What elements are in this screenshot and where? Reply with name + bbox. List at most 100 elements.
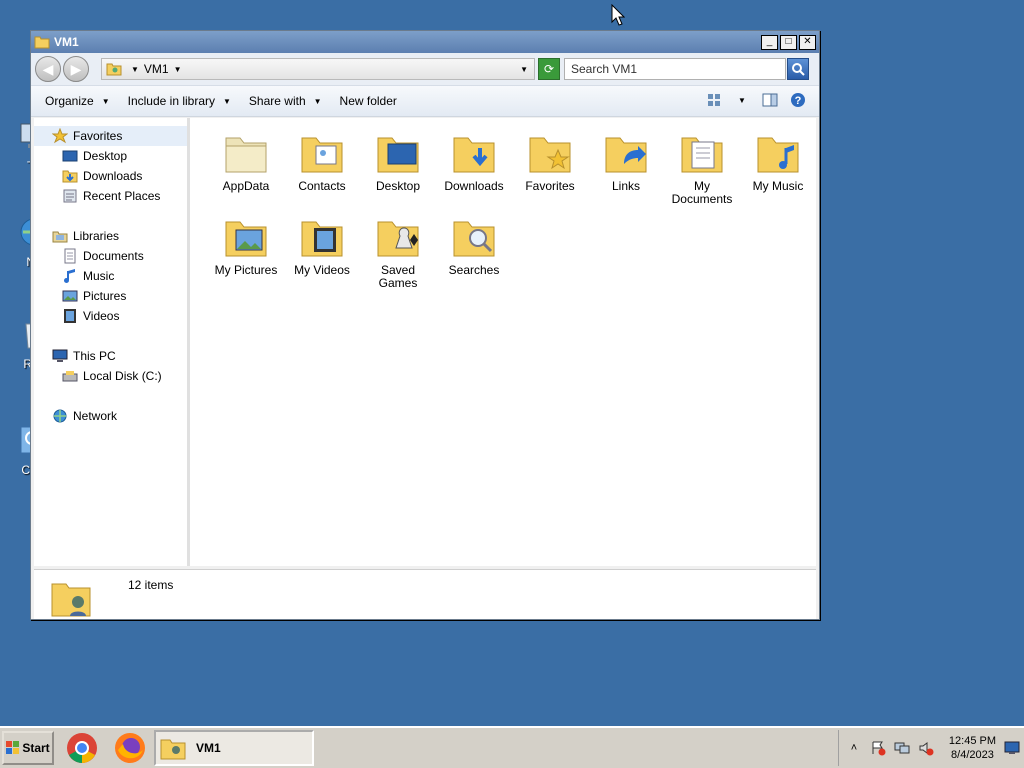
start-button[interactable]: Start bbox=[2, 731, 54, 765]
minimize-button[interactable]: _ bbox=[761, 34, 778, 50]
nav-label: Libraries bbox=[73, 229, 120, 243]
help-icon: ? bbox=[791, 93, 805, 107]
help-button[interactable]: ? bbox=[789, 91, 807, 109]
folder-item[interactable]: Desktop bbox=[360, 128, 436, 206]
saved-games-folder-icon bbox=[377, 221, 419, 257]
folder-item[interactable]: My Pictures bbox=[208, 212, 284, 290]
refresh-icon: ⟳ bbox=[543, 62, 555, 76]
search-input[interactable]: Search VM1 bbox=[564, 58, 786, 80]
system-tray: ˄ 12:45 PM 8/4/2023 bbox=[837, 730, 1024, 766]
nav-label: Pictures bbox=[83, 289, 127, 303]
documents-icon bbox=[64, 248, 76, 264]
new-folder-button[interactable]: New folder bbox=[340, 94, 397, 108]
music-folder-icon bbox=[757, 137, 799, 173]
clock[interactable]: 12:45 PM 8/4/2023 bbox=[949, 734, 996, 762]
music-icon bbox=[64, 269, 75, 283]
volume-icon[interactable] bbox=[917, 739, 935, 757]
nav-music[interactable]: Music bbox=[34, 266, 187, 286]
taskbar-firefox[interactable] bbox=[110, 730, 150, 766]
maximize-button[interactable]: □ bbox=[780, 34, 797, 50]
breadcrumb-separator-icon[interactable]: ▼ bbox=[131, 65, 139, 74]
explorer-window: VM1 _ □ ✕ ◀ ▶ ▼ VM1 ▼ ▼ ⟳ Search VM1 Org… bbox=[30, 30, 820, 620]
title-bar[interactable]: VM1 _ □ ✕ bbox=[31, 31, 819, 53]
close-button[interactable]: ✕ bbox=[799, 34, 816, 50]
back-button[interactable]: ◀ bbox=[35, 56, 61, 82]
folder-item[interactable]: Contacts bbox=[284, 128, 360, 206]
folder-label: Favorites bbox=[525, 179, 575, 193]
computer-icon bbox=[52, 349, 68, 362]
nav-downloads[interactable]: Downloads bbox=[34, 166, 187, 186]
recent-places-icon bbox=[63, 189, 77, 203]
folder-item[interactable]: Searches bbox=[436, 212, 512, 290]
folder-item[interactable]: AppData bbox=[208, 128, 284, 206]
star-icon bbox=[52, 128, 68, 144]
nav-label: This PC bbox=[73, 349, 116, 363]
nav-label: Local Disk (C:) bbox=[83, 369, 162, 383]
nav-label: Desktop bbox=[83, 149, 128, 163]
nav-this-pc[interactable]: This PC bbox=[34, 346, 187, 366]
window-title: VM1 bbox=[54, 35, 79, 49]
chevron-down-icon: ▼ bbox=[101, 96, 110, 106]
show-hidden-icons-button[interactable]: ˄ bbox=[845, 739, 863, 757]
forward-button[interactable]: ▶ bbox=[63, 56, 89, 82]
nav-libraries[interactable]: Libraries bbox=[34, 226, 187, 246]
preview-pane-button[interactable] bbox=[761, 91, 779, 109]
folder-item[interactable]: Downloads bbox=[436, 128, 512, 206]
chevron-down-icon: ▼ bbox=[223, 96, 231, 106]
breadcrumb-separator-icon[interactable]: ▼ bbox=[174, 65, 182, 74]
nav-label: Music bbox=[83, 269, 115, 283]
taskbar-task-vm1[interactable]: VM1 bbox=[154, 730, 314, 766]
share-with-menu[interactable]: Share with ▼ bbox=[249, 94, 322, 108]
network-status-icon[interactable] bbox=[893, 739, 911, 757]
folder-label: My Documents bbox=[671, 179, 733, 206]
nav-documents[interactable]: Documents bbox=[34, 246, 187, 266]
nav-favorites[interactable]: Favorites bbox=[34, 126, 187, 146]
breadcrumb-vm1[interactable]: VM1 bbox=[144, 62, 169, 76]
user-folder-icon bbox=[51, 583, 91, 617]
refresh-button[interactable]: ⟳ bbox=[538, 58, 560, 80]
navigation-pane: Favorites Desktop Downloads Recent Place… bbox=[34, 118, 190, 566]
include-label: Include in library bbox=[127, 94, 215, 108]
address-bar[interactable]: ▼ VM1 ▼ ▼ bbox=[101, 58, 535, 80]
search-button[interactable] bbox=[787, 58, 809, 80]
folder-label: My Pictures bbox=[214, 263, 278, 277]
preview-pane-icon bbox=[762, 93, 778, 107]
desktop-folder-icon bbox=[377, 137, 419, 173]
appdata-folder-icon bbox=[225, 137, 267, 173]
clock-time: 12:45 PM bbox=[948, 735, 996, 747]
view-icon bbox=[708, 94, 720, 106]
show-desktop-icon[interactable] bbox=[1004, 740, 1020, 756]
nav-network[interactable]: Network bbox=[34, 406, 187, 426]
include-in-library-menu[interactable]: Include in library ▼ bbox=[128, 94, 231, 108]
view-dropdown[interactable]: ▼ bbox=[733, 91, 751, 109]
organize-menu[interactable]: Organize ▼ bbox=[45, 94, 110, 108]
folder-item[interactable]: Saved Games bbox=[360, 212, 436, 290]
nav-desktop[interactable]: Desktop bbox=[34, 146, 187, 166]
nav-local-disk[interactable]: Local Disk (C:) bbox=[34, 366, 187, 386]
address-history-dropdown[interactable]: ▼ bbox=[520, 65, 528, 74]
action-center-icon[interactable] bbox=[869, 739, 887, 757]
documents-folder-icon bbox=[681, 137, 723, 173]
nav-label: Documents bbox=[83, 249, 144, 263]
taskbar-chrome[interactable] bbox=[62, 730, 102, 766]
folder-item[interactable]: My Documents bbox=[664, 128, 740, 206]
nav-recent-places[interactable]: Recent Places bbox=[34, 186, 187, 206]
nav-videos[interactable]: Videos bbox=[34, 306, 187, 326]
folder-item[interactable]: Links bbox=[588, 128, 664, 206]
folder-item[interactable]: Favorites bbox=[512, 128, 588, 206]
chevron-down-icon: ▼ bbox=[313, 96, 322, 106]
svg-text:?: ? bbox=[795, 95, 802, 107]
user-folder-icon bbox=[106, 63, 122, 76]
details-pane: 12 items bbox=[34, 569, 816, 619]
nav-pictures[interactable]: Pictures bbox=[34, 286, 187, 306]
folder-label: Searches bbox=[448, 263, 500, 277]
favorites-folder-icon bbox=[529, 137, 571, 173]
folder-item[interactable]: My Music bbox=[740, 128, 816, 206]
folder-label: Contacts bbox=[298, 179, 346, 193]
videos-icon bbox=[64, 309, 76, 323]
view-options-button[interactable] bbox=[705, 91, 723, 109]
nav-label: Network bbox=[73, 409, 118, 423]
content-area: Favorites Desktop Downloads Recent Place… bbox=[34, 118, 816, 566]
folder-item[interactable]: My Videos bbox=[284, 212, 360, 290]
mouse-cursor-icon bbox=[611, 4, 625, 26]
